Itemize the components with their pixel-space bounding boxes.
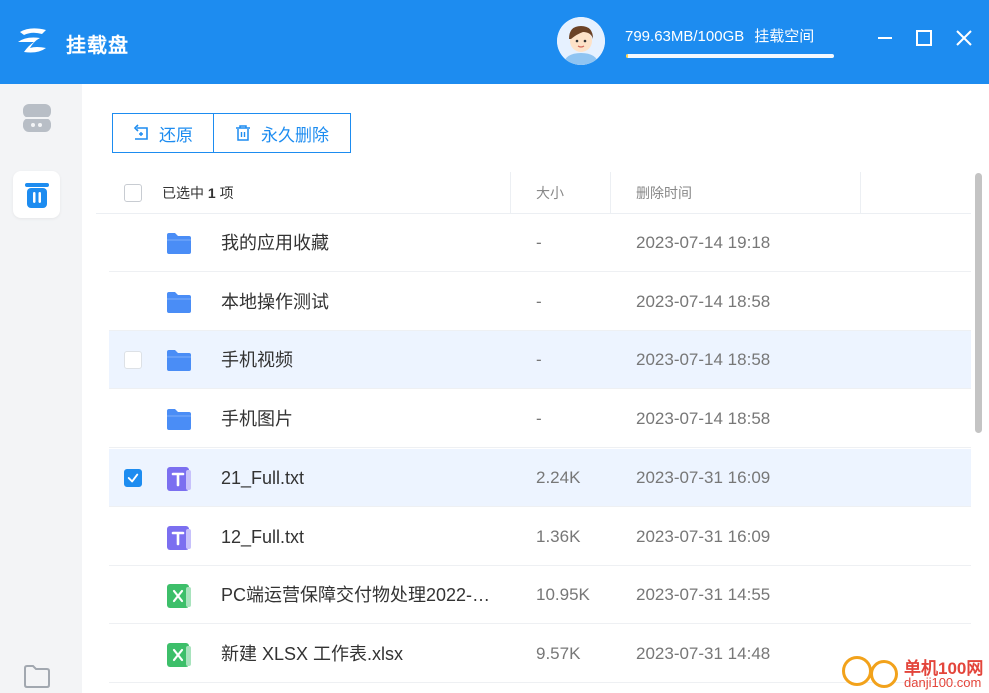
table-header: 已选中 1 项 大小 删除时间: [96, 172, 971, 214]
text-file-icon: [166, 466, 192, 491]
storage-progress-fill: [626, 54, 628, 58]
deleted-time: 2023-07-31 14:48: [636, 643, 771, 663]
close-icon: [956, 30, 972, 46]
file-size: -: [536, 233, 542, 252]
table-row[interactable]: 21_Full.txt 2.24K 2023-07-31 16:09: [109, 448, 971, 507]
folder-icon: [166, 407, 192, 431]
vertical-scrollbar[interactable]: [975, 173, 982, 433]
maximize-button[interactable]: [912, 26, 936, 50]
sidebar-item-folder[interactable]: [13, 652, 60, 693]
close-button[interactable]: [952, 26, 976, 50]
file-name[interactable]: 手机图片: [221, 390, 293, 448]
title-bar: 挂载盘 799.63MB/100GB 挂载空间: [0, 0, 989, 84]
watermark: 单机100网 danji100.com: [840, 652, 989, 693]
spreadsheet-file-icon: [166, 642, 192, 667]
file-name[interactable]: 21_Full.txt: [221, 449, 304, 507]
sidebar: [0, 84, 82, 693]
column-divider: [860, 172, 861, 214]
selection-count: 1: [207, 185, 216, 201]
row-checkbox[interactable]: [124, 351, 142, 370]
file-name[interactable]: 我的应用收藏: [221, 214, 329, 272]
file-name[interactable]: PC端运营保障交付物处理2022-黄…: [221, 566, 506, 624]
select-all-checkbox[interactable]: [124, 184, 142, 202]
avatar[interactable]: [557, 17, 605, 65]
table-row[interactable]: 手机图片 - 2023-07-14 18:58: [109, 390, 971, 449]
deleted-time: 2023-07-31 16:09: [636, 467, 771, 487]
folder-icon: [166, 348, 192, 372]
spreadsheet-file-icon: [166, 583, 192, 609]
trash-icon: [24, 182, 49, 208]
restore-label: 还原: [159, 125, 193, 145]
selection-summary: 已选中 1 项: [162, 172, 234, 214]
app-title: 挂载盘: [66, 35, 129, 57]
folder-icon: [166, 231, 192, 255]
deleted-time: 2023-07-14 18:58: [636, 350, 771, 370]
table-row[interactable]: PC端运营保障交付物处理2022-黄… 10.95K 2023-07-31 14:5…: [109, 566, 971, 625]
file-name[interactable]: 新建 XLSX 工作表.xlsx: [221, 625, 403, 683]
column-header-size[interactable]: 大小: [536, 172, 564, 214]
deleted-time: 2023-07-14 18:58: [636, 291, 771, 311]
file-name[interactable]: 12_Full.txt: [221, 508, 304, 566]
storage-info: 799.63MB/100GB 挂载空间: [625, 25, 824, 46]
deleted-time: 2023-07-31 14:55: [636, 585, 771, 605]
file-size: -: [536, 291, 542, 311]
permanent-delete-label: 永久删除: [261, 125, 329, 145]
storage-progress-bar: [626, 54, 834, 58]
deleted-time: 2023-07-31 16:09: [636, 526, 771, 546]
restore-icon: [133, 124, 148, 140]
file-size: 2.24K: [536, 467, 581, 487]
table-row[interactable]: 我的应用收藏 - 2023-07-14 19:18: [109, 214, 971, 272]
storage-used: 799.63MB/100GB: [625, 28, 745, 45]
delete-icon: [236, 125, 250, 141]
column-divider: [610, 172, 611, 214]
permanent-delete-button[interactable]: 永久删除: [214, 113, 351, 153]
file-size: 1.36K: [536, 526, 581, 546]
table-row[interactable]: 12_Full.txt 1.36K 2023-07-31 16:09: [109, 508, 971, 566]
file-size: -: [536, 350, 542, 370]
selection-suffix: 项: [219, 185, 234, 201]
storage-label: 挂载空间: [754, 28, 815, 45]
sidebar-item-recycle-bin[interactable]: [13, 171, 60, 218]
app-logo-icon: [18, 28, 46, 53]
file-name[interactable]: 本地操作测试: [221, 273, 329, 331]
toolbar: 还原 永久删除: [112, 113, 351, 153]
column-header-deleted-time[interactable]: 删除时间: [636, 172, 692, 214]
file-size: -: [536, 409, 542, 429]
watermark-logo-icon: [842, 656, 872, 686]
deleted-time: 2023-07-14 19:18: [636, 233, 771, 252]
minimize-button[interactable]: [873, 26, 897, 50]
selection-prefix: 已选中: [162, 185, 204, 201]
minimize-icon: [878, 37, 892, 39]
file-size: 10.95K: [536, 585, 590, 605]
watermark-url: danji100.com: [904, 675, 982, 690]
file-table: 已选中 1 项 大小 删除时间 我的应用收藏 - 2023-07-14 19:18 本…: [96, 172, 971, 683]
file-size: 9.57K: [536, 643, 581, 663]
user-avatar-icon: [557, 17, 605, 65]
table-row[interactable]: 手机视频 - 2023-07-14 18:58: [109, 331, 971, 390]
deleted-time: 2023-07-14 18:58: [636, 409, 771, 429]
watermark-logo-icon: [870, 660, 898, 688]
table-row[interactable]: 本地操作测试 - 2023-07-14 18:58: [109, 273, 971, 331]
text-file-icon: [166, 525, 192, 550]
column-divider: [510, 172, 511, 214]
maximize-icon: [916, 30, 932, 46]
select-all-checkbox-cell[interactable]: [124, 172, 142, 214]
restore-button[interactable]: 还原: [112, 113, 214, 153]
folder-icon: [166, 290, 192, 314]
folder-icon: [23, 664, 50, 688]
row-checkbox[interactable]: [124, 468, 142, 487]
drive-icon: [22, 103, 51, 132]
file-name[interactable]: 手机视频: [221, 331, 293, 389]
sidebar-item-drive[interactable]: [13, 94, 60, 141]
